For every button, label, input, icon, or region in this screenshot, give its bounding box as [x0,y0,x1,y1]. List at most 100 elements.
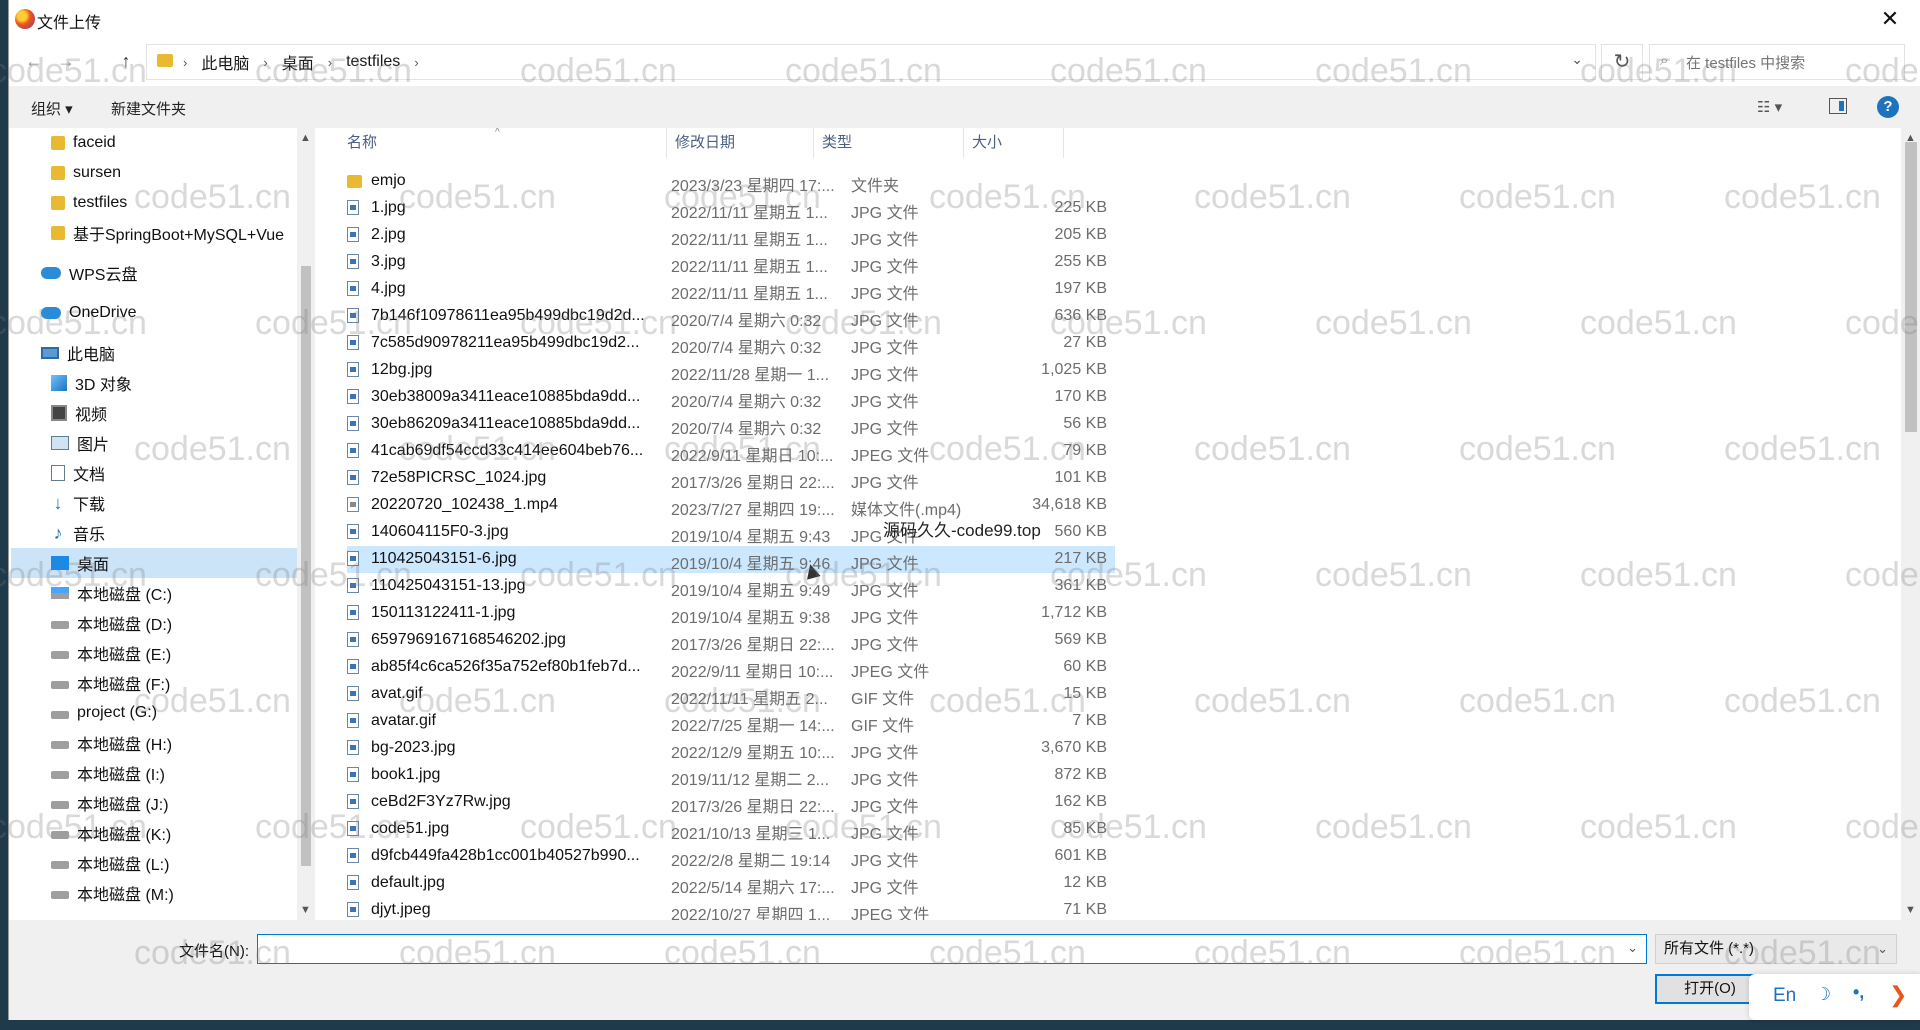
forward-icon[interactable]: → [53,48,79,74]
sidebar-item[interactable]: sursen [51,159,121,187]
punctuation-icon[interactable]: •, [1853,982,1864,1003]
file-row[interactable]: emjo 2023/3/23 星期四 17:... 文件夹 [347,168,1115,195]
sidebar-item[interactable]: WPS云盘 [41,259,137,287]
address-bar[interactable]: › 此电脑 › 桌面 › testfiles › ⌄ [146,44,1596,80]
file-type-filter[interactable]: 所有文件 (*.*) ⌄ [1655,934,1897,964]
chevron-right-icon[interactable]: › [414,55,418,70]
sidebar-item[interactable]: 3D 对象 [51,369,132,397]
chevron-down-icon[interactable]: ⌄ [1571,51,1583,68]
crumb-desktop[interactable]: 桌面 [282,50,314,74]
file-row[interactable]: 41cab69df54ccd33c414ee604beb76... 2022/9/… [347,438,1115,465]
file-row[interactable]: ceBd2F3Yz7Rw.jpg 2017/3/26 星期日 22:... JPG … [347,789,1115,816]
up-icon[interactable]: ↑ [113,48,139,74]
file-row[interactable]: 7b146f10978611ea95b499dbc19d2d... 2020/7/… [347,303,1115,330]
file-row[interactable]: 4.jpg 2022/11/11 星期五 1... JPG 文件 197 KB [347,276,1115,303]
chevron-right-icon[interactable]: ❯ [1889,982,1907,1008]
sidebar-item[interactable]: faceid [51,129,116,157]
crumb-testfiles[interactable]: testfiles [346,53,400,71]
crumb-this-pc[interactable]: 此电脑 [201,50,249,74]
scroll-down-icon[interactable]: ▼ [1905,904,1916,916]
sidebar-item[interactable]: 本地磁盘 (L:) [51,849,169,877]
sidebar-item[interactable]: 文档 [51,459,105,487]
file-row[interactable]: 30eb86209a3411eace10885bda9dd... 2020/7/4… [347,411,1115,438]
file-row[interactable]: 150113122411-1.jpg 2019/10/4 星期五 9:38 JPG … [347,600,1115,627]
file-row[interactable]: code51.jpg 2021/10/13 星期三 1... JPG 文件 85 KB [347,816,1115,843]
sidebar-item[interactable]: 桌面 [10,548,297,578]
file-row[interactable]: avat.gif 2022/11/11 星期五 2... GIF 文件 15 KB [347,681,1115,708]
file-row[interactable]: 30eb38009a3411eace10885bda9dd... 2020/7/4… [347,384,1115,411]
drive-icon [51,711,69,719]
file-row[interactable]: 3.jpg 2022/11/11 星期五 1... JPG 文件 255 KB [347,249,1115,276]
close-button[interactable]: ✕ [1870,2,1910,36]
file-date: 2022/11/11 星期五 1... [671,259,828,276]
file-row[interactable]: 1.jpg 2022/11/11 星期五 1... JPG 文件 225 KB [347,195,1115,222]
search-input[interactable] [1684,49,1898,77]
scrollbar-thumb[interactable] [301,266,311,866]
sidebar-item[interactable]: ♪ 音乐 [51,519,106,547]
overlay-watermark-text: 源码久久-code99.top [883,521,1041,540]
sidebar-item[interactable]: 本地磁盘 (H:) [51,729,172,757]
sidebar-item[interactable]: 本地磁盘 (F:) [51,669,170,697]
sidebar-item[interactable]: OneDrive [41,299,137,327]
scrollbar-thumb[interactable] [1905,142,1917,432]
file-row[interactable]: 72e58PICRSC_1024.jpg 2017/3/26 星期日 22:...… [347,465,1115,492]
sidebar-item[interactable]: testfiles [51,189,127,217]
file-row[interactable]: 2.jpg 2022/11/11 星期五 1... JPG 文件 205 KB [347,222,1115,249]
preview-pane-icon[interactable] [1829,98,1847,114]
scroll-down-icon[interactable]: ▼ [300,904,311,916]
column-header-date[interactable]: 修改日期 [667,128,814,158]
file-row[interactable]: djyt.jpeg 2022/10/27 星期四 1... JPEG 文件 71 KB [347,897,1115,920]
file-row[interactable]: bg-2023.jpg 2022/12/9 星期五 10:... JPG 文件 3,6… [347,735,1115,762]
sidebar-item[interactable]: 此电脑 [41,339,115,367]
new-folder-button[interactable]: 新建文件夹 [111,98,186,119]
sidebar-item[interactable]: 本地磁盘 (E:) [51,639,171,667]
column-header-type[interactable]: 类型 [814,128,964,158]
search-box[interactable]: ⌕ [1649,44,1905,80]
sidebar-item-label: 图片 [77,437,110,454]
help-button[interactable]: ? [1877,96,1899,118]
sidebar-item[interactable]: 本地磁盘 (K:) [51,819,171,847]
sidebar-item[interactable]: ↓ 下载 [51,489,106,517]
sidebar-item[interactable]: 图片 [51,429,109,457]
filename-input[interactable] [262,938,1606,962]
sidebar-item[interactable]: 本地磁盘 (D:) [51,609,172,637]
file-row[interactable]: avatar.gif 2022/7/25 星期一 14:... GIF 文件 7 KB [347,708,1115,735]
chevron-down-icon[interactable]: ⌄ [1627,940,1638,956]
sidebar-item[interactable]: 本地磁盘 (C:) [51,579,172,607]
sidebar-item[interactable]: project (G:) [51,699,157,727]
sidebar-item[interactable]: 视频 [51,399,107,427]
file-date: 2022/11/11 星期五 2... [671,691,828,708]
ime-language-toggle[interactable]: En [1773,985,1796,1007]
file-row[interactable]: 110425043151-6.jpg 2019/10/4 星期五 9:46 JPG … [347,546,1115,573]
back-icon[interactable]: ← [21,48,47,74]
sidebar-item[interactable]: 本地磁盘 (M:) [51,879,174,907]
column-label: 名称 [347,134,378,151]
organize-button[interactable]: 组织 ▾ [31,98,73,119]
file-row[interactable]: 20220720_102438_1.mp4 2023/7/27 星期四 19:..… [347,492,1115,519]
file-list-scrollbar[interactable]: ▲ ▼ [1901,128,1920,920]
scroll-up-icon[interactable]: ▲ [300,132,311,144]
image-file-icon [347,902,359,917]
column-header-name[interactable]: ^ 名称 [315,128,667,158]
sidebar-item[interactable]: 本地磁盘 (I:) [51,759,165,787]
file-row[interactable]: d9fcb449fa428b1cc001b40527b990... 2022/2/… [347,843,1115,870]
file-row[interactable]: book1.jpg 2019/11/12 星期二 2... JPG 文件 872 KB [347,762,1115,789]
file-row[interactable]: 6597969167168546202.jpg 2017/3/26 星期日 22:… [347,627,1115,654]
column-header-size[interactable]: 大小 [964,128,1064,158]
file-row[interactable]: 12bg.jpg 2022/11/28 星期一 1... JPG 文件 1,025 K… [347,357,1115,384]
moon-icon[interactable]: ☽ [1815,984,1831,1005]
sidebar-item[interactable]: 基于SpringBoot+MySQL+Vue [51,219,284,247]
file-row[interactable]: ab85f4c6ca526f35a752ef80b1feb7d... 2022/9… [347,654,1115,681]
file-row[interactable]: 110425043151-13.jpg 2019/10/4 星期五 9:49 JPG… [347,573,1115,600]
sidebar-item[interactable]: 本地磁盘 (J:) [51,789,169,817]
image-file-icon [347,443,359,458]
sidebar-item-label: 本地磁盘 (I:) [77,767,165,784]
file-date: 2022/11/28 星期一 1... [671,367,830,384]
view-options-button[interactable]: ☷ ▾ [1757,98,1782,116]
file-name: 30eb86209a3411eace10885bda9dd... [371,415,641,432]
navigation-pane-scrollbar[interactable]: ▲ ▼ [297,128,315,920]
refresh-button[interactable]: ↻ [1601,44,1643,80]
file-row[interactable]: default.jpg 2022/5/14 星期六 17:... JPG 文件 12 … [347,870,1115,897]
file-row[interactable]: 7c585d90978211ea95b499dbc19d2... 2020/7/4… [347,330,1115,357]
filename-combobox[interactable]: ⌄ [257,934,1647,964]
